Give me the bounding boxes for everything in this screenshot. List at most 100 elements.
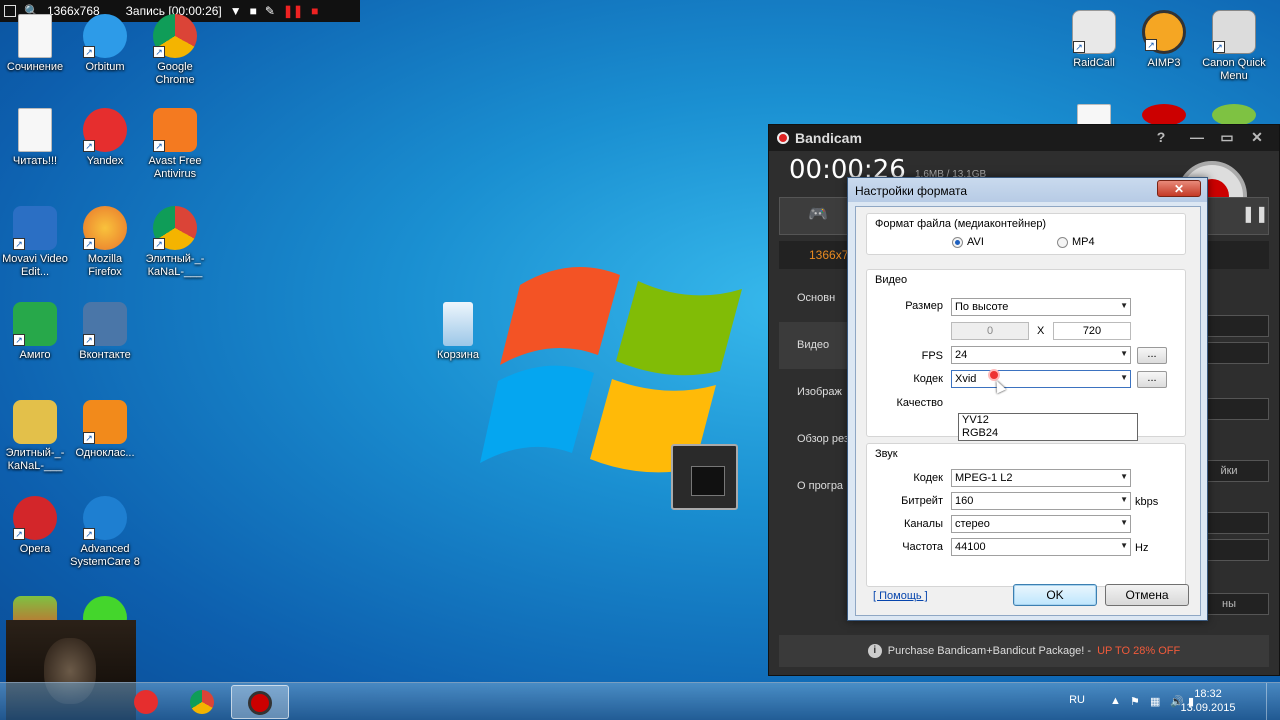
- desktop-icon-opera[interactable]: ↗ Opera: [0, 496, 70, 556]
- chevron-down-icon: ▼: [1120, 472, 1128, 481]
- x-label: X: [1037, 325, 1045, 337]
- radio-mp4[interactable]: MP4: [1057, 236, 1095, 248]
- bitrate-select[interactable]: 160 ▼: [951, 492, 1131, 510]
- channels-select[interactable]: стерео ▼: [951, 515, 1131, 533]
- audio-codec-value: MPEG-1 L2: [955, 472, 1013, 484]
- desktop-icon-canon[interactable]: ↗ Canon Quick Menu: [1199, 10, 1269, 83]
- desktop-icon-recycle-bin[interactable]: Корзина: [423, 302, 493, 362]
- dropdown-option[interactable]: YV12: [959, 414, 1137, 427]
- radio-mp4-label: MP4: [1072, 236, 1095, 248]
- desktop-icon-vk[interactable]: ↗ Вконтакте: [70, 302, 140, 362]
- clock[interactable]: 18:32 13.09.2015: [1178, 687, 1238, 715]
- desktop-icon-amigo[interactable]: ↗ Амиго: [0, 302, 70, 362]
- help-icon[interactable]: ?: [1147, 129, 1175, 145]
- desktop-icon-elite-chrome[interactable]: ↗ Элитный-_-КаNаL-___: [140, 206, 210, 279]
- promo-bar[interactable]: i Purchase Bandicam+Bandicut Package! - …: [779, 635, 1269, 667]
- video-codec-select[interactable]: Xvid ▼: [951, 370, 1131, 388]
- language-indicator[interactable]: RU: [1069, 694, 1085, 706]
- radio-avi-label: AVI: [967, 236, 984, 248]
- desktop-icon-label: Однoклас...: [75, 447, 135, 459]
- video-codec-dropdown[interactable]: YV12 RGB24: [958, 413, 1138, 441]
- desktop-icon-label: AIMP3: [1147, 57, 1181, 69]
- clock-date: 13.09.2015: [1180, 702, 1236, 714]
- pause-icon[interactable]: ❚❚: [1235, 204, 1275, 228]
- desktop-icon-label: Opera: [19, 543, 51, 555]
- pencil-icon[interactable]: ✎: [265, 4, 275, 18]
- yandex-icon: ↗: [83, 108, 127, 152]
- size-value: По высоте: [955, 301, 1009, 313]
- chevron-down-icon: ▼: [1120, 495, 1128, 504]
- stop-icon[interactable]: ■: [311, 4, 318, 18]
- minimize-icon[interactable]: —: [1183, 129, 1211, 145]
- desktop-icon-avast[interactable]: ↗ Avast Free Antivirus: [140, 108, 210, 181]
- systemcare-icon: ↗: [83, 496, 127, 540]
- dialog-close-button[interactable]: ✕: [1157, 180, 1201, 197]
- file-format-group: Формат файла (медиаконтейнер) AVI MP4: [866, 213, 1186, 255]
- desktop-icon-label: Advanced SystemCare 8: [70, 543, 140, 568]
- bandicam-icon: [1142, 104, 1186, 126]
- network-icon[interactable]: ▦: [1150, 695, 1160, 708]
- radio-avi[interactable]: AVI: [952, 236, 984, 248]
- width-input[interactable]: 0: [951, 322, 1029, 340]
- desktop-icon-yandex[interactable]: ↗ Yandex: [70, 108, 140, 168]
- desktop-icon-label: Avast Free Antivirus: [148, 155, 202, 180]
- cancel-button[interactable]: Отмена: [1105, 584, 1189, 606]
- desktop-icon-odnoklassniki[interactable]: ↗ Однoклас...: [70, 400, 140, 460]
- desktop-icon-aimp[interactable]: ↗ AIMP3: [1129, 10, 1199, 70]
- sample-rate-label: Частота: [902, 541, 943, 553]
- recycle-bin-icon: [443, 302, 473, 346]
- desktop-icon-chrome[interactable]: ↗ Google Chrome: [140, 14, 210, 87]
- show-desktop-button[interactable]: [1266, 683, 1280, 720]
- desktop-icon-raidcall[interactable]: ↗ RaidCall: [1059, 10, 1129, 70]
- dropdown-icon[interactable]: ▼: [230, 4, 242, 18]
- promo-text: Purchase Bandicam+Bandicut Package! -: [887, 645, 1092, 657]
- desktop-icon-movavi[interactable]: ↗ Movavi Video Edit...: [0, 206, 70, 279]
- pause-icon[interactable]: ❚❚: [283, 4, 303, 18]
- video-group: Видео Размер По высоте ▼ 0 X 720 FPS 24 …: [866, 269, 1186, 437]
- codec-options-button[interactable]: ...: [1137, 371, 1167, 388]
- channels-value: стерео: [955, 518, 990, 530]
- fps-select[interactable]: 24 ▼: [951, 346, 1131, 364]
- tray-expand-icon[interactable]: ▲: [1110, 695, 1121, 707]
- close-icon[interactable]: ✕: [1243, 129, 1271, 146]
- camera-icon[interactable]: ■: [250, 4, 257, 18]
- audio-codec-select[interactable]: MPEG-1 L2 ▼: [951, 469, 1131, 487]
- desktop-icon-chitat[interactable]: Читать!!!: [0, 108, 70, 168]
- desktop-icon-firefox[interactable]: ↗ Mozilla Firefox: [70, 206, 140, 279]
- desktop-icon-label: Orbitum: [85, 61, 125, 73]
- odnoklassniki-icon: ↗: [83, 400, 127, 444]
- clock-time: 18:32: [1194, 688, 1222, 700]
- folder-icon: [13, 400, 57, 444]
- desktop-icon-orbitum[interactable]: ↗ Orbitum: [70, 14, 140, 74]
- taskbar-bandicam[interactable]: [231, 685, 289, 719]
- height-input[interactable]: 720: [1053, 322, 1131, 340]
- firefox-icon: ↗: [83, 206, 127, 250]
- gadget-screen: [691, 466, 725, 496]
- format-settings-dialog: Настройки формата ✕ Формат файла (медиак…: [847, 177, 1208, 621]
- movavi-icon: ↗: [13, 206, 57, 250]
- taskbar-chrome[interactable]: [174, 685, 232, 719]
- desktop-icon-label: Yandex: [86, 155, 124, 167]
- chevron-down-icon: ▼: [1120, 541, 1128, 550]
- help-link[interactable]: [ Помощь ]: [873, 590, 928, 602]
- maximize-icon[interactable]: ▭: [1213, 129, 1241, 146]
- dialog-title: Настройки формата: [848, 178, 1207, 202]
- word-document-icon: [1077, 104, 1111, 126]
- fps-options-button[interactable]: ...: [1137, 347, 1167, 364]
- taskbar-yandex[interactable]: [118, 685, 176, 719]
- dropdown-option[interactable]: RGB24: [959, 427, 1137, 440]
- flag-icon[interactable]: ⚑: [1130, 695, 1140, 708]
- sample-rate-select[interactable]: 44100 ▼: [951, 538, 1131, 556]
- desktop-icon-label: Элитный-_-КаNаL-___: [145, 253, 205, 278]
- gamepad-icon[interactable]: 🎮: [798, 204, 838, 228]
- desktop-icon-elite-folder[interactable]: Элитный-_-КаNаL-___: [0, 400, 70, 473]
- desktop-icon-sochinenie[interactable]: Сочинение: [0, 14, 70, 74]
- desktop-icon-label: Canon Quick Menu: [1202, 57, 1266, 82]
- desktop-icon-systemcare[interactable]: ↗ Advanced SystemCare 8: [70, 496, 140, 569]
- bitrate-value: 160: [955, 495, 974, 507]
- ok-button[interactable]: OK: [1013, 584, 1097, 606]
- desktop-icon-label: Элитный-_-КаNаL-___: [5, 447, 65, 472]
- desktop-gadget[interactable]: [671, 444, 738, 510]
- size-select[interactable]: По высоте ▼: [951, 298, 1131, 316]
- info-icon: i: [867, 644, 882, 658]
